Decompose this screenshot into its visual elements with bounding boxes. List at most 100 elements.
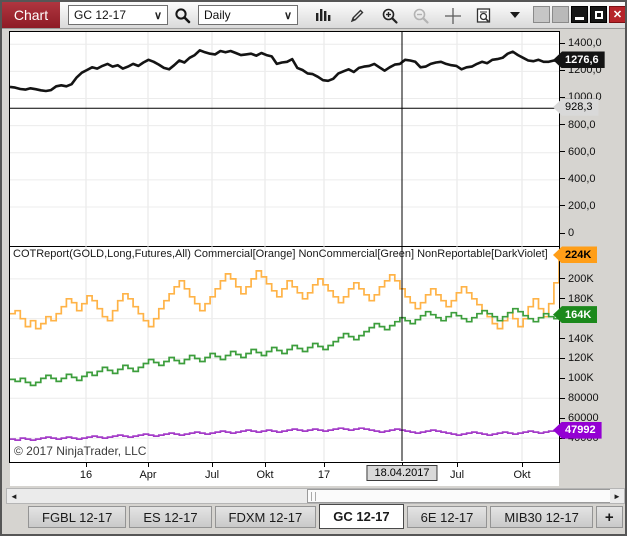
value-badge: 224K (553, 246, 598, 264)
axis-tick-label: 120K (560, 352, 594, 365)
copyright-text: © 2017 NinjaTrader, LLC (14, 444, 147, 458)
axis-tick-mark (560, 69, 565, 71)
scroll-left-button[interactable]: ◄ (7, 489, 21, 503)
caret-down-icon (510, 12, 520, 18)
time-tick-mark (86, 463, 87, 467)
scrollbar-thumb-grip (311, 492, 316, 501)
axis-tick-mark (560, 96, 565, 98)
axis-tick-label: 140K (560, 332, 594, 345)
time-tick-label: 17 (317, 469, 331, 481)
window-extra-button-2[interactable] (552, 6, 569, 23)
time-tick-label: 16 (79, 469, 93, 481)
axis-tick-mark (560, 298, 565, 300)
axis-tick-label: 200K (560, 272, 594, 285)
search-icon (174, 8, 190, 24)
chevron-down-icon: ∨ (153, 9, 162, 22)
axis-tick-label: 200,0 (560, 199, 596, 212)
chart-tab-fdxm-12-17[interactable]: FDXM 12-17 (214, 506, 317, 528)
time-tick-label: Okt (513, 469, 531, 481)
axis-tick-label: 1400,0 (560, 37, 602, 50)
window-title: Chart (2, 2, 60, 28)
time-tick-mark (265, 463, 266, 467)
cursor-date-badge: 18.04.2017 (366, 465, 438, 481)
cot-series-chart (10, 247, 559, 461)
axis-tick-mark (560, 232, 565, 234)
time-axis[interactable]: 16 Apr Jul Okt 17 Jul Okt 18.04.2017 (10, 463, 559, 486)
axis-tick-mark (560, 178, 565, 180)
time-tick-label: Okt (256, 469, 274, 481)
restore-icon (594, 10, 603, 19)
restore-button[interactable] (590, 6, 607, 23)
horizontal-scrollbar[interactable]: ◄ ► (6, 488, 625, 504)
axis-tick-mark (560, 357, 565, 359)
interval-selector[interactable]: Daily ∨ (198, 5, 298, 25)
minimize-button[interactable] (571, 6, 588, 23)
chevron-down-icon: ∨ (283, 9, 292, 22)
indicator-label: COTReport(GOLD,Long,Futures,All) Commerc… (13, 248, 548, 260)
time-tick-mark (212, 463, 213, 467)
report-preview-icon (476, 7, 491, 23)
crosshair-icon (445, 7, 461, 24)
chart-tab-6e-12-17[interactable]: 6E 12-17 (406, 506, 488, 528)
chart-tab-gc-12-17[interactable]: GC 12-17 (319, 504, 404, 529)
axis-tick-mark (560, 42, 565, 44)
data-series-button[interactable] (473, 6, 495, 25)
value-badge: 47992 (553, 421, 602, 439)
zoom-in-icon (382, 8, 398, 24)
chart-tab-es-12-17[interactable]: ES 12-17 (129, 506, 212, 528)
chart-bars-icon (316, 9, 331, 21)
axis-tick-mark (560, 278, 565, 280)
drawing-tools-button[interactable] (346, 6, 368, 25)
close-button[interactable]: ✕ (609, 6, 625, 23)
axis-tick-mark (560, 124, 565, 126)
zoom-out-button[interactable] (410, 6, 432, 25)
price-panel[interactable] (10, 32, 559, 247)
axis-tick-label: 400,0 (560, 172, 596, 185)
time-tick-mark (148, 463, 149, 467)
time-tick-label: Jul (449, 469, 465, 481)
add-tab-button[interactable]: + (595, 506, 623, 528)
chart-plot-area[interactable]: COTReport(GOLD,Long,Futures,All) Commerc… (9, 31, 560, 463)
axis-tick-mark (560, 417, 565, 419)
zoom-in-button[interactable] (379, 6, 401, 25)
cot-axis[interactable]: 200K180K140K120K100K800006000040000224K1… (553, 246, 625, 463)
toolbar-more-dropdown[interactable] (507, 6, 523, 25)
workspace-tab-bar: FGBL 12-17 ES 12-17 FDXM 12-17 GC 12-17 6E 1… (28, 504, 625, 532)
axis-tick-label: 100K (560, 372, 594, 385)
value-badge: 928,3 (553, 98, 599, 116)
time-tick-mark (522, 463, 523, 467)
chart-window: Chart GC 12-17 ∨ Daily ∨ ✕ COTReport(GOL… (0, 0, 627, 536)
time-tick-mark (324, 463, 325, 467)
window-extra-button-1[interactable] (533, 6, 550, 23)
zoom-out-icon (413, 8, 429, 24)
cot-panel[interactable]: COTReport(GOLD,Long,Futures,All) Commerc… (10, 247, 559, 461)
axis-tick-mark (560, 338, 565, 340)
time-tick-label: Apr (139, 469, 157, 481)
chart-tab-mib30-12-17[interactable]: MIB30 12-17 (490, 506, 593, 528)
axis-tick-mark (560, 205, 565, 207)
bar-type-button[interactable] (312, 6, 334, 25)
price-axis[interactable]: 1400,0 1200,0 1000,0 800,0 600,0 400,0 200,0 0 1… (553, 31, 625, 247)
axis-tick-label: 600,0 (560, 145, 596, 158)
minimize-icon (575, 16, 584, 20)
scroll-right-button[interactable]: ► (610, 489, 624, 503)
time-tick-mark (457, 463, 458, 467)
pencil-icon (350, 9, 363, 23)
value-badge: 164K (553, 306, 598, 324)
axis-tick-mark (560, 151, 565, 153)
instrument-selector[interactable]: GC 12-17 ∨ (68, 5, 168, 25)
crosshair-button[interactable] (442, 6, 464, 25)
axis-tick-label: 180K (560, 292, 594, 305)
axis-tick-mark (560, 377, 565, 379)
axis-tick-label: 800,0 (560, 118, 596, 131)
value-axis-column[interactable]: 1400,0 1200,0 1000,0 800,0 600,0 400,0 200,0 0 1… (553, 31, 625, 463)
chart-tab-fgbl-12-17[interactable]: FGBL 12-17 (28, 506, 127, 528)
axis-tick-label: 80000 (560, 392, 599, 405)
value-badge: 1276,6 (553, 51, 605, 69)
title-bar: Chart GC 12-17 ∨ Daily ∨ ✕ (2, 2, 625, 29)
price-series-chart (10, 32, 559, 247)
scrollbar-thumb[interactable] (307, 489, 611, 503)
time-tick-label: Jul (204, 469, 220, 481)
axis-tick-mark (560, 397, 565, 399)
instrument-search-button[interactable] (171, 6, 193, 25)
